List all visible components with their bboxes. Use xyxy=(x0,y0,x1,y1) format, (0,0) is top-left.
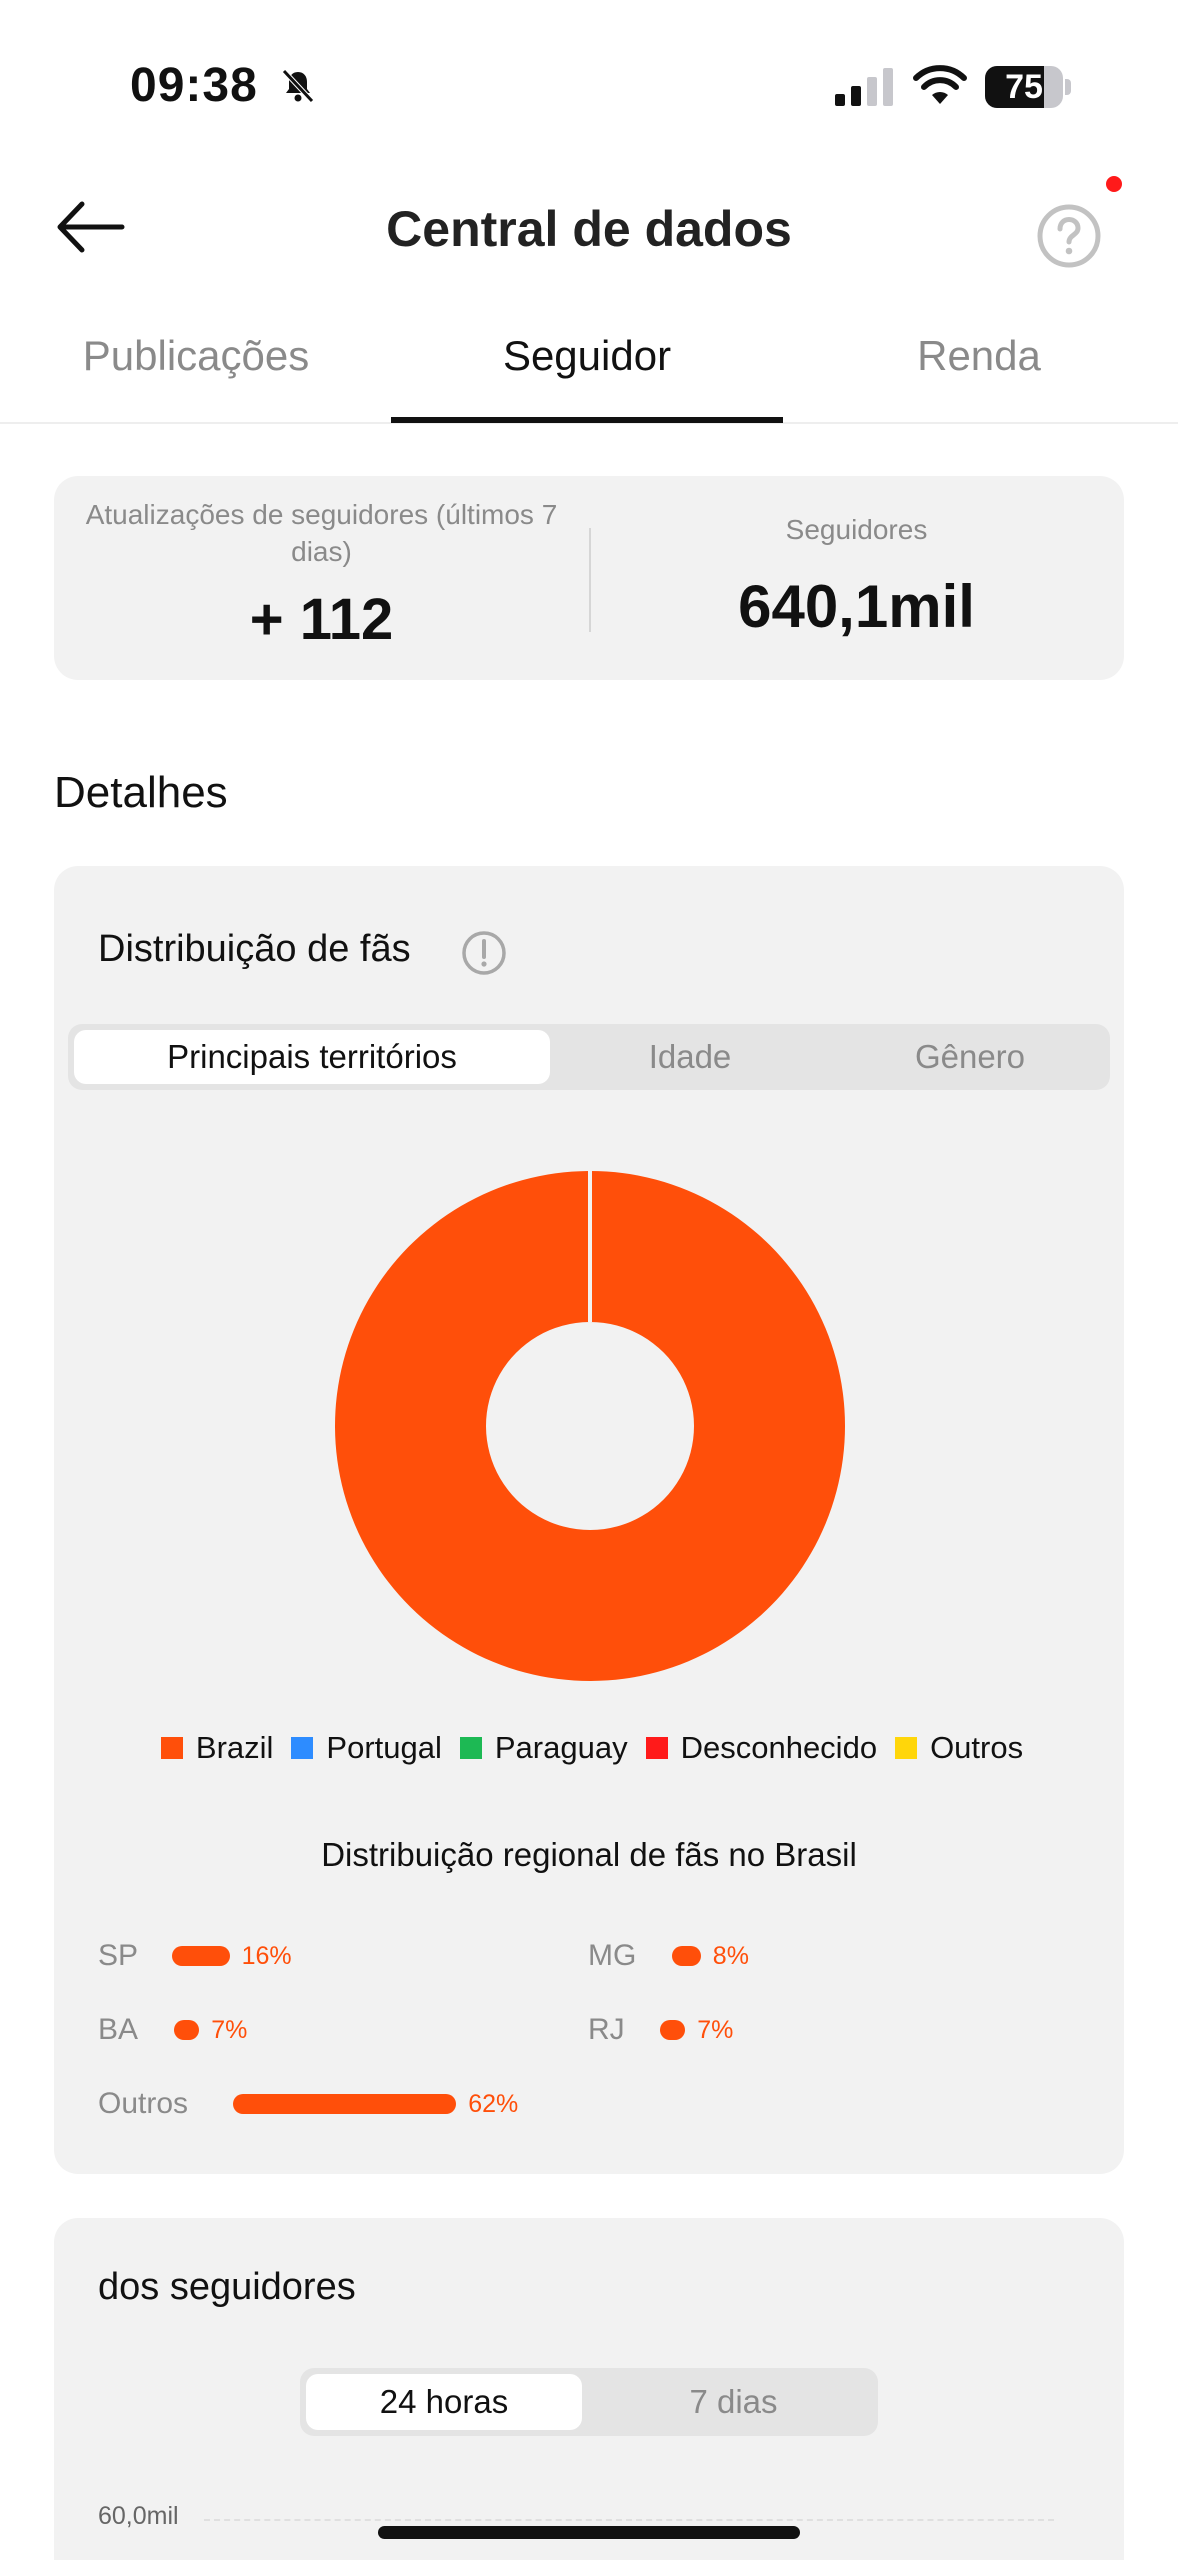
legend-item-paraguay: Paraguay xyxy=(454,1730,628,1766)
legend-swatch xyxy=(645,1737,668,1759)
battery-icon: 75 xyxy=(985,66,1071,108)
legend-label: Paraguay xyxy=(494,1730,628,1765)
region-label: RJ xyxy=(588,2013,625,2046)
region-bar xyxy=(672,1946,701,1966)
segment-principais-territorios[interactable]: Principais territórios xyxy=(74,1030,550,1084)
segment-24-horas[interactable]: 24 horas xyxy=(306,2374,582,2430)
tab-renda[interactable]: Renda xyxy=(783,320,1175,424)
legend-swatch xyxy=(160,1737,183,1759)
regional-distribution-title: Distribuição regional de fãs no Brasil xyxy=(321,1836,857,1873)
region-bar xyxy=(660,2020,686,2040)
battery-level: 75 xyxy=(1005,68,1043,106)
status-bar: 09:38 75 xyxy=(0,0,1178,150)
region-bar xyxy=(233,2094,457,2114)
info-icon[interactable] xyxy=(460,929,508,977)
region-percent: 7% xyxy=(697,2016,734,2044)
region-row-ba: BA 7% xyxy=(98,2010,578,2050)
follower-summary-card: Atualizações de seguidores (últimos 7 di… xyxy=(54,476,1124,680)
legend-label: Portugal xyxy=(326,1730,442,1765)
region-percent: 8% xyxy=(712,1942,749,1970)
region-label: SP xyxy=(98,1939,139,1972)
legend-swatch xyxy=(895,1737,918,1759)
fan-distribution-title: Distribuição de fãs xyxy=(98,928,411,970)
region-label: MG xyxy=(588,1939,637,1972)
home-indicator[interactable] xyxy=(378,2526,800,2539)
segment-idade[interactable]: Idade xyxy=(550,1024,830,1090)
legend-swatch xyxy=(291,1737,314,1759)
region-bar xyxy=(174,2020,200,2040)
region-label: BA xyxy=(98,2013,139,2046)
segment-genero[interactable]: Gênero xyxy=(830,1024,1110,1090)
fan-distribution-card: Distribuição de fãs Principais territóri… xyxy=(54,866,1124,2174)
region-label: Outros xyxy=(98,2087,189,2120)
active-tab-indicator xyxy=(391,417,783,423)
region-row-rj: RJ 7% xyxy=(588,2010,1068,2050)
details-heading: Detalhes xyxy=(54,768,228,817)
territory-donut-chart xyxy=(335,1171,845,1681)
help-icon[interactable] xyxy=(1036,203,1102,269)
legend-item-desconhecido: Desconhecido xyxy=(640,1730,877,1766)
tab-seguidor[interactable]: Seguidor xyxy=(391,320,783,424)
status-time: 09:38 xyxy=(130,59,258,112)
follower-activity-card: dos seguidores 24 horas 7 dias 60,0mil xyxy=(54,2218,1124,2560)
region-bar xyxy=(172,1946,230,1966)
follower-updates-value: + 112 xyxy=(249,587,394,652)
y-axis-tick: 60,0mil xyxy=(98,2502,179,2530)
follower-activity-title: dos seguidores xyxy=(98,2266,356,2308)
notification-dot xyxy=(1106,176,1122,192)
followers-value: 640,1mil xyxy=(738,573,975,640)
segment-7-dias[interactable]: 7 dias xyxy=(589,2368,878,2436)
legend-item-brazil: Brazil xyxy=(155,1730,274,1766)
page-title: Central de dados xyxy=(386,201,792,257)
region-row-mg: MG 8% xyxy=(588,1936,1068,1976)
region-row-outros: Outros 62% xyxy=(98,2084,618,2124)
followers-label: Seguidores xyxy=(785,514,928,545)
wifi-icon xyxy=(913,65,967,104)
region-percent: 62% xyxy=(468,2090,519,2118)
legend-item-portugal: Portugal xyxy=(285,1730,442,1766)
bell-off-icon xyxy=(282,69,314,103)
follower-updates-label: Atualizações de seguidores (últimos 7 di… xyxy=(85,499,558,567)
legend-label: Brazil xyxy=(195,1730,274,1765)
distribution-segmented-control: Principais territórios Idade Gênero xyxy=(68,1024,1110,1090)
legend-label: Desconhecido xyxy=(680,1730,878,1765)
legend-label: Outros xyxy=(930,1730,1024,1765)
chart-grid-line xyxy=(204,2519,1054,2521)
region-row-sp: SP 16% xyxy=(98,1936,578,1976)
cellular-signal-icon xyxy=(835,68,893,106)
main-tabs: Publicações Seguidor Renda xyxy=(0,320,1178,424)
activity-range-segmented-control: 24 horas 7 dias xyxy=(300,2368,878,2436)
legend-swatch xyxy=(459,1737,482,1759)
chart-legend: Brazil Portugal Paraguay Desconhecido Ou… xyxy=(54,1730,1124,1766)
region-percent: 7% xyxy=(211,2016,248,2044)
legend-item-outros: Outros xyxy=(889,1730,1023,1766)
tab-publicacoes[interactable]: Publicações xyxy=(0,320,392,424)
region-percent: 16% xyxy=(241,1942,292,1970)
